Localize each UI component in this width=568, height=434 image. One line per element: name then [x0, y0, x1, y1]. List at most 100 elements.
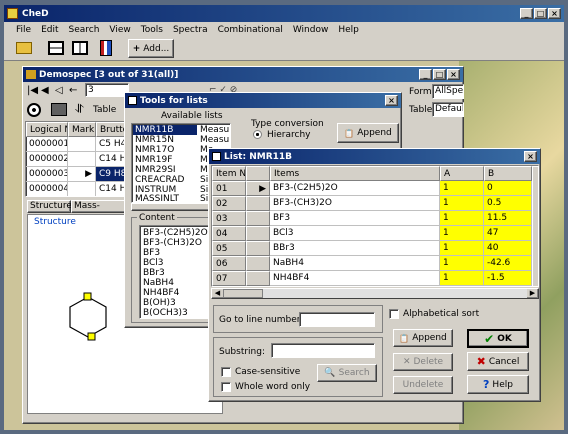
add-button[interactable]: + Add... [128, 39, 174, 58]
list-vscrollbar[interactable] [532, 166, 538, 286]
link-icon[interactable]: ⥯ [75, 102, 84, 117]
hierarchy-radio[interactable] [253, 130, 262, 139]
available-list-item[interactable]: NMR15N [135, 135, 174, 145]
record-id[interactable]: 0000001 [26, 137, 68, 152]
menu-help[interactable]: Help [338, 25, 359, 35]
nav-first-icon[interactable]: |◀ [27, 85, 38, 96]
row-number[interactable]: 04 [212, 226, 246, 241]
col-logical[interactable]: Logical N. [26, 122, 68, 137]
content-item[interactable]: BF3-(CH3)2O [143, 238, 202, 248]
whole-word-checkbox[interactable] [221, 382, 231, 392]
list-append-button[interactable]: 📋 Append [393, 329, 453, 347]
item-cell[interactable]: BF3 [270, 211, 440, 226]
content-item[interactable]: B(OCH3)3 [143, 308, 188, 318]
item-cell[interactable]: BF3-(CH3)2O [270, 196, 440, 211]
content-item[interactable]: B(OH)3 [143, 298, 176, 308]
b-cell[interactable]: 0 [484, 181, 532, 196]
scroll-thumb[interactable] [223, 289, 263, 298]
item-cell[interactable]: BF3-(C2H5)2O [270, 181, 440, 196]
menu-search[interactable]: Search [69, 25, 100, 35]
tools-close-button[interactable]: × [385, 95, 398, 106]
list-hscrollbar[interactable]: ◀ ▶ [211, 288, 539, 299]
col-item-no[interactable]: Item No [212, 166, 246, 181]
scroll-left-icon[interactable]: ◀ [212, 289, 223, 298]
nav-prev-icon[interactable]: ◁ [55, 85, 63, 96]
a-cell[interactable]: 1 [440, 241, 484, 256]
b-cell[interactable]: 0.5 [484, 196, 532, 211]
a-cell[interactable]: 1 [440, 256, 484, 271]
row-number[interactable]: 07 [212, 271, 246, 286]
search-button[interactable]: 🔍 Search [317, 364, 377, 382]
horizontal-split-icon[interactable] [48, 41, 64, 55]
b-cell[interactable]: 40 [484, 241, 532, 256]
undelete-button[interactable]: Undelete [393, 376, 453, 394]
menu-file[interactable]: File [16, 25, 31, 35]
col-indicator[interactable] [246, 166, 270, 181]
content-item[interactable]: BF3-(C2H5)2O [143, 228, 208, 238]
b-cell[interactable]: 47 [484, 226, 532, 241]
delete-button[interactable]: ✕ Delete [393, 353, 453, 371]
demospec-close-button[interactable]: × [447, 69, 460, 80]
menu-edit[interactable]: Edit [41, 25, 58, 35]
available-list-item[interactable]: NMR19F [135, 155, 172, 165]
goto-line-input[interactable] [299, 312, 375, 327]
available-list-item[interactable]: NMR17O [135, 145, 174, 155]
item-cell[interactable]: BCl3 [270, 226, 440, 241]
record-mark[interactable] [68, 182, 96, 196]
app-maximize-button[interactable]: □ [534, 8, 547, 19]
app-close-button[interactable]: × [548, 8, 561, 19]
content-item[interactable]: BBr3 [143, 268, 165, 278]
list-close-button[interactable]: × [524, 151, 537, 162]
tab-structure[interactable]: Structure [27, 200, 72, 213]
col-mark[interactable]: Mark [68, 122, 96, 137]
b-cell[interactable]: 11.5 [484, 211, 532, 226]
tools-append-button[interactable]: 📋 Append [337, 123, 399, 143]
row-number[interactable]: 06 [212, 256, 246, 271]
available-list-item[interactable]: NMR29SI [135, 165, 176, 175]
col-a[interactable]: A [440, 166, 484, 181]
menu-view[interactable]: View [109, 25, 130, 35]
cancel-button[interactable]: ✖ Cancel [467, 352, 529, 371]
open-folder-icon[interactable] [16, 42, 32, 54]
record-id[interactable]: 0000002 [26, 152, 68, 167]
record-id[interactable]: 0000003 [26, 167, 68, 182]
help-button[interactable]: ? Help [467, 375, 529, 394]
record-number-field[interactable]: 3 [85, 83, 129, 97]
menu-spectra[interactable]: Spectra [173, 25, 208, 35]
available-list-item[interactable]: CREACRAD [135, 175, 184, 185]
a-cell[interactable]: 1 [440, 226, 484, 241]
record-mark[interactable] [68, 152, 96, 167]
record-mark[interactable] [68, 137, 96, 152]
row-number[interactable]: 03 [212, 211, 246, 226]
default-select[interactable]: Default [432, 102, 464, 117]
row-number[interactable]: 05 [212, 241, 246, 256]
available-list-item[interactable]: MASSINLT [135, 194, 179, 202]
row-number[interactable]: 02 [212, 196, 246, 211]
substring-input[interactable] [271, 343, 375, 358]
col-items[interactable]: Items [270, 166, 440, 181]
col-b[interactable]: B [484, 166, 532, 181]
a-cell[interactable]: 1 [440, 196, 484, 211]
a-cell[interactable]: 1 [440, 181, 484, 196]
demospec-minimize-button[interactable]: _ [419, 69, 432, 80]
a-cell[interactable]: 1 [440, 211, 484, 226]
menu-combinational[interactable]: Combinational [218, 25, 283, 35]
item-cell[interactable]: NaBH4 [270, 256, 440, 271]
content-item[interactable]: NaBH4 [143, 278, 174, 288]
item-cell[interactable]: NH4BF4 [270, 271, 440, 286]
scroll-right-icon[interactable]: ▶ [527, 289, 538, 298]
content-item[interactable]: BCl3 [143, 258, 164, 268]
ok-button[interactable]: ✔ OK [467, 329, 529, 348]
target-icon[interactable] [27, 103, 41, 117]
content-item[interactable]: BF3 [143, 248, 160, 258]
b-cell[interactable]: -42.6 [484, 256, 532, 271]
a-cell[interactable]: 1 [440, 271, 484, 286]
nav-back-icon[interactable]: ← [69, 85, 77, 96]
flask-tool-icon[interactable] [100, 40, 112, 56]
case-sensitive-checkbox[interactable] [221, 367, 231, 377]
row-number[interactable]: 01 [212, 181, 246, 196]
b-cell[interactable]: -1.5 [484, 271, 532, 286]
available-list-item[interactable]: NMR11B [133, 125, 197, 135]
alphabetical-checkbox[interactable] [389, 309, 399, 319]
content-item[interactable]: NH4BF4 [143, 288, 179, 298]
